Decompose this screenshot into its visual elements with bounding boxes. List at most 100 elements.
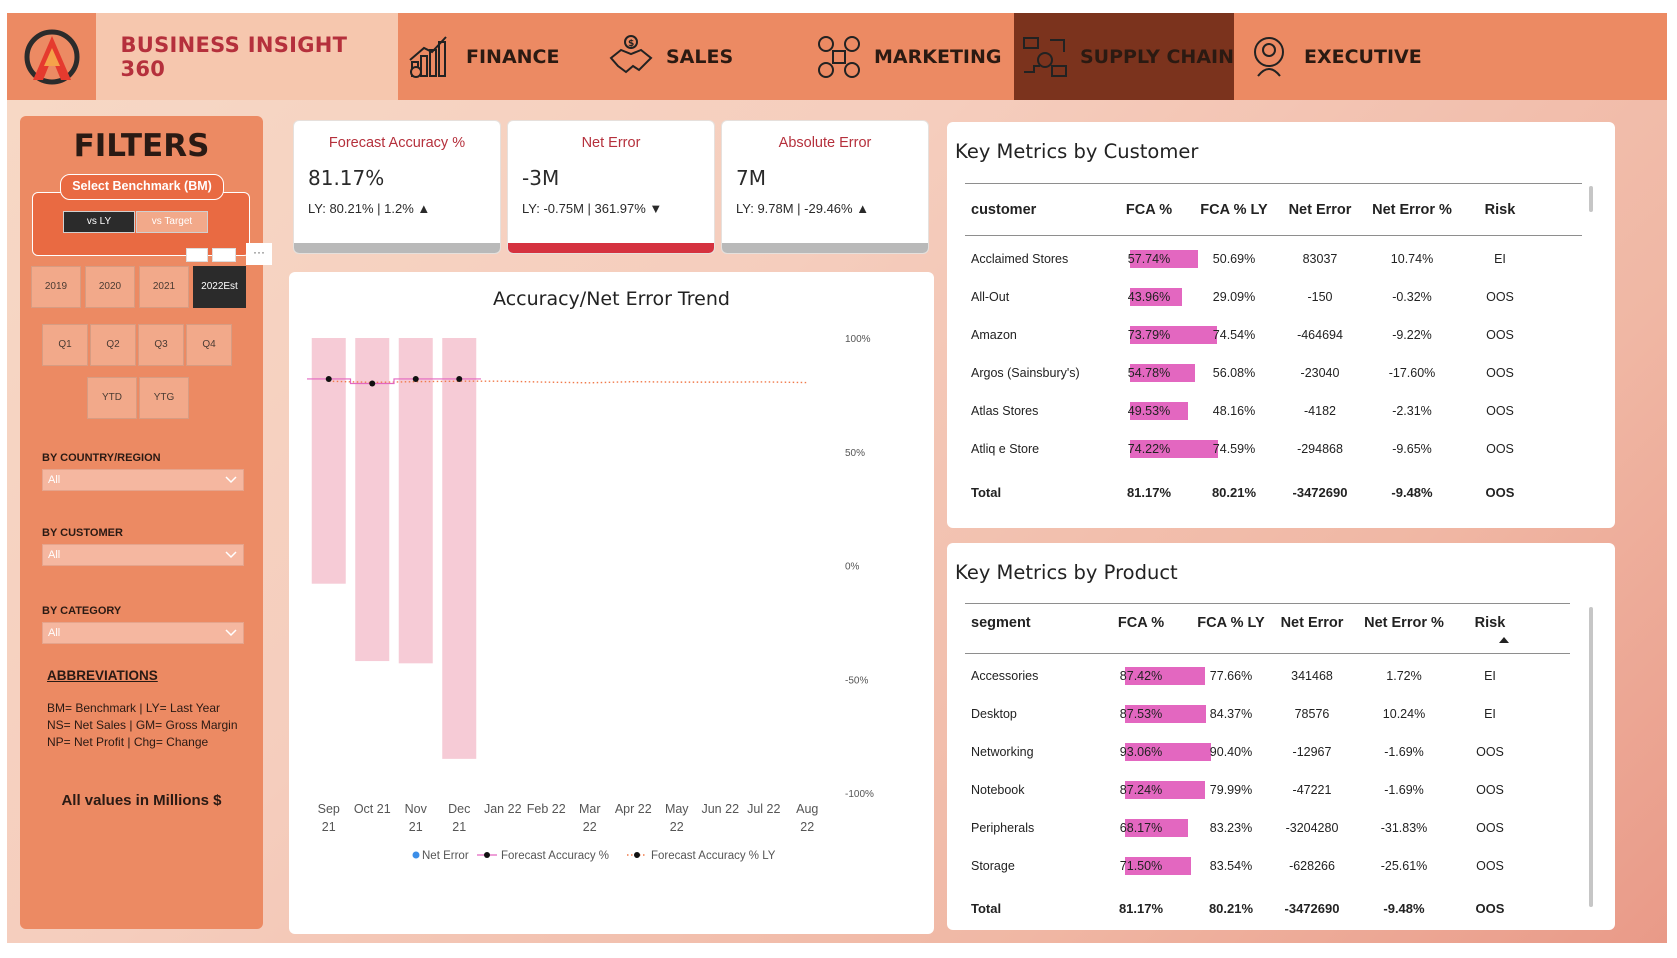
filter-visual-icon[interactable] xyxy=(212,248,236,262)
country-dropdown[interactable]: All xyxy=(42,469,244,491)
x-tick-label: Oct 21 xyxy=(354,802,391,816)
column-header[interactable]: FCA % LY xyxy=(1189,202,1279,218)
column-header[interactable]: Risk xyxy=(1465,202,1535,218)
table-cell: OOS xyxy=(1476,859,1504,873)
category-dropdown[interactable]: All xyxy=(42,622,244,644)
chevron-down-icon xyxy=(225,551,237,559)
tab-sales[interactable]: $ SALES xyxy=(600,13,806,100)
legend-item: Net Error xyxy=(422,850,469,862)
table-row[interactable]: Peripherals 68.17% 83.23% -3204280 -31.83% OO… xyxy=(947,817,1615,841)
table-row[interactable]: Argos (Sainsbury's) 54.78% 56.08% -23040 -17… xyxy=(947,362,1615,386)
total-cell: 80.21% xyxy=(1208,901,1254,916)
year-2019-button[interactable]: 2019 xyxy=(31,266,81,308)
divider xyxy=(965,603,1570,604)
customer-dropdown[interactable]: All xyxy=(42,544,244,566)
column-header[interactable]: FCA % xyxy=(1102,615,1180,631)
total-cell: 80.21% xyxy=(1211,485,1257,500)
table-cell: 43.96% xyxy=(1127,290,1171,304)
legend-marker-net-error xyxy=(412,851,420,859)
period-ytd-button[interactable]: YTD xyxy=(87,377,137,419)
table-cell: Notebook xyxy=(971,783,1025,797)
tab-marketing[interactable]: MARKETING xyxy=(806,13,1014,100)
product-metrics-card: Key Metrics by Product segment FCA % FCA %… xyxy=(947,543,1615,930)
column-header[interactable]: Risk xyxy=(1459,615,1521,631)
kpi-title: Absolute Error xyxy=(778,135,872,151)
table-cell: EI xyxy=(1484,707,1496,721)
tab-executive[interactable]: EXECUTIVE xyxy=(1234,13,1464,100)
table-row[interactable]: Amazon 73.79% 74.54% -464694 -9.22% OOS xyxy=(947,324,1615,348)
table-cell: 87.24% xyxy=(1119,783,1163,797)
tab-executive-label: EXECUTIVE xyxy=(1304,45,1422,68)
tab-finance[interactable]: FINANCE xyxy=(398,13,600,100)
filters-title: FILTERS xyxy=(73,128,210,164)
column-header[interactable]: Net Error xyxy=(1279,202,1361,218)
divider xyxy=(965,183,1582,184)
y-tick-label: -50% xyxy=(845,675,868,686)
more-options-icon[interactable]: ··· xyxy=(246,243,272,265)
table-cell: -464694 xyxy=(1297,328,1343,342)
column-header[interactable]: FCA % LY xyxy=(1185,615,1277,631)
benchmark-vs-ly-button[interactable]: vs LY xyxy=(63,211,135,233)
table-cell: Peripherals xyxy=(971,821,1035,835)
total-cell: Total xyxy=(971,901,1002,916)
table-row[interactable]: Storage 71.50% 83.54% -628266 -25.61% OOS xyxy=(947,855,1615,879)
x-tick-label: Jul 22 xyxy=(747,802,780,816)
table-cell: 78576 xyxy=(1294,707,1330,721)
kpi-value: -3M xyxy=(522,166,560,190)
scrollbar[interactable] xyxy=(1589,607,1593,907)
total-cell: 81.17% xyxy=(1118,901,1164,916)
table-cell: 341468 xyxy=(1291,669,1333,683)
x-tick-label: Mar 22 xyxy=(579,802,601,834)
table-row[interactable]: Acclaimed Stores 57.74% 50.69% 83037 10.74% E… xyxy=(947,248,1615,272)
column-header[interactable]: customer xyxy=(971,202,1121,218)
country-dropdown-value: All xyxy=(48,474,61,486)
table-cell: -47221 xyxy=(1292,783,1332,797)
quarter-q1-button[interactable]: Q1 xyxy=(42,324,88,366)
kpi-card-absolute-error: Absolute Error 7M LY: 9.78M | -29.46% ▲ xyxy=(721,120,929,254)
table-cell: OOS xyxy=(1486,404,1514,418)
table-cell: OOS xyxy=(1486,290,1514,304)
period-ytg-button[interactable]: YTG xyxy=(139,377,189,419)
total-cell: 81.17% xyxy=(1126,485,1172,500)
column-header[interactable]: Net Error xyxy=(1271,615,1353,631)
column-header[interactable]: segment xyxy=(971,615,1101,631)
column-header[interactable]: FCA % xyxy=(1109,202,1189,218)
table-row[interactable]: All-Out 43.96% 29.09% -150 -0.32% OOS xyxy=(947,286,1615,310)
table-row[interactable]: Networking 93.06% 90.40% -12967 -1.69% OOS xyxy=(947,741,1615,765)
sort-arrow-icon[interactable] xyxy=(1499,637,1509,643)
quarter-q3-button[interactable]: Q3 xyxy=(138,324,184,366)
quarter-q2-button[interactable]: Q2 xyxy=(90,324,136,366)
table-cell: 1.72% xyxy=(1386,669,1422,683)
table-cell: 71.50% xyxy=(1119,859,1163,873)
table-cell: 83037 xyxy=(1302,252,1338,266)
year-2020-button[interactable]: 2020 xyxy=(85,266,135,308)
year-2022est-button[interactable]: 2022Est xyxy=(193,266,246,308)
column-header[interactable]: Net Error % xyxy=(1351,615,1457,631)
table-cell: Acclaimed Stores xyxy=(971,252,1069,266)
scrollbar[interactable] xyxy=(1589,186,1593,212)
table-row[interactable]: Atlas Stores 49.53% 48.16% -4182 -2.31% OOS xyxy=(947,400,1615,424)
year-2021-button[interactable]: 2021 xyxy=(139,266,189,308)
legend-marker-fca-ly-dot xyxy=(634,852,640,858)
focus-mode-icon[interactable] xyxy=(186,248,208,262)
table-cell: 10.74% xyxy=(1390,252,1434,266)
table-row[interactable]: Desktop 87.53% 84.37% 78576 10.24% EI xyxy=(947,703,1615,727)
table-row[interactable]: Accessories 87.42% 77.66% 341468 1.72% EI xyxy=(947,665,1615,689)
column-header[interactable]: Net Error % xyxy=(1361,202,1463,218)
net-error-bar xyxy=(311,338,346,584)
logo xyxy=(7,13,97,100)
table-cell: 79.99% xyxy=(1209,783,1253,797)
benchmark-vs-target-button[interactable]: vs Target xyxy=(136,211,208,233)
table-cell: 54.78% xyxy=(1127,366,1171,380)
table-row[interactable]: Notebook 87.24% 79.99% -47221 -1.69% OOS xyxy=(947,779,1615,803)
quarter-q4-button[interactable]: Q4 xyxy=(186,324,232,366)
table-cell: -9.22% xyxy=(1392,328,1432,342)
tab-supply-chain[interactable]: SUPPLY CHAIN xyxy=(1014,13,1234,100)
chevron-down-icon xyxy=(225,629,237,637)
trend-chart[interactable]: 100% 50% 0% -50% -100% Sep 21 Oct 21 Nov 21 Dec 21 J… xyxy=(289,272,934,934)
table-cell: -150 xyxy=(1307,290,1333,304)
abbreviation-line: NS= Net Sales | GM= Gross Margin xyxy=(47,718,238,732)
table-row[interactable]: Atliq e Store 74.22% 74.59% -294868 -9.65% OO… xyxy=(947,438,1615,462)
table-cell: -25.61% xyxy=(1380,859,1428,873)
x-tick-label: Jan 22 xyxy=(484,802,522,816)
